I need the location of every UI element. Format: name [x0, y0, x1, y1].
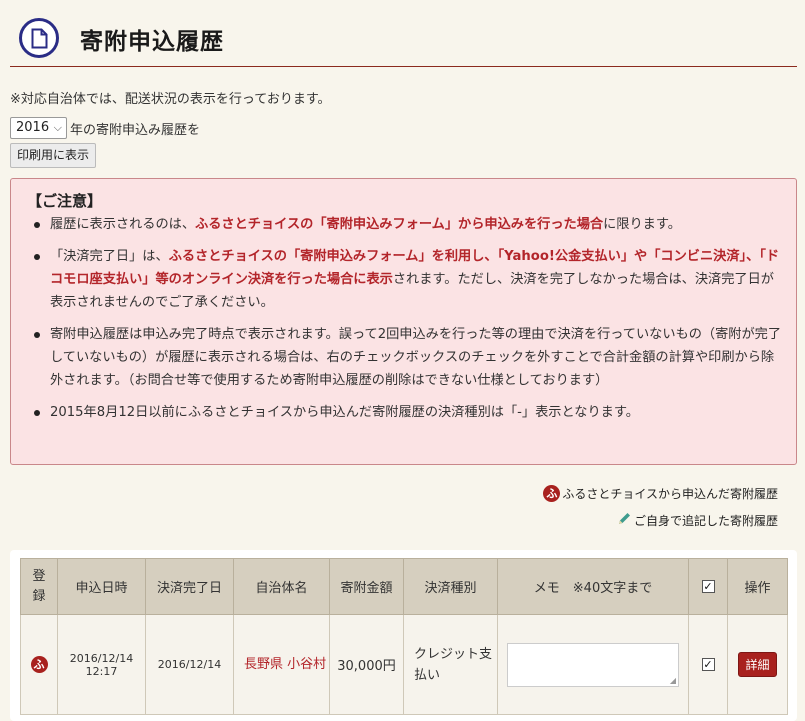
cell-register: ふ [20, 614, 58, 715]
caution-item: 2015年8月12日以前にふるさとチョイスから申込んだ寄附履歴の決済種別は「-」… [31, 401, 783, 424]
cell-municipality: 長野県 小谷村 [233, 614, 330, 715]
furusato-badge-icon: ふ [30, 656, 48, 673]
year-filter-label: 年の寄附申込み履歴を [70, 122, 201, 138]
year-select-value: 2016 [16, 120, 50, 135]
row-checkbox[interactable]: ✓ [701, 658, 715, 671]
page-title: 寄附申込履歴 [80, 29, 224, 55]
pencil-icon [616, 511, 632, 530]
municipality-link[interactable]: 長野県 小谷村 [244, 657, 326, 672]
cell-memo: ◢ [497, 614, 689, 715]
caution-box: 【ご注意】 履歴に表示されるのは、ふるさとチョイスの「寄附申込みフォーム」から申… [10, 178, 797, 465]
caution-list: 履歴に表示されるのは、ふるさとチョイスの「寄附申込みフォーム」から申込みを行った… [31, 213, 783, 433]
caution-emphasis: ふるさとチョイスの「寄附申込みフォーム」から申込みを行った場合 [195, 217, 604, 232]
caution-text: 寄附申込履歴は申込み完了時点で表示されます。誤って2回申込みを行った等の理由で決… [50, 327, 782, 388]
caution-item: 履歴に表示されるのは、ふるさとチョイスの「寄附申込みフォーム」から申込みを行った… [31, 213, 783, 236]
header-municipality: 自治体名 [233, 558, 330, 615]
delivery-notice: ※対応自治体では、配送状況の表示を行っております。 [10, 92, 331, 107]
table-row: ふ 2016/12/14 12:17 2016/12/14 長野県 小谷村 30… [20, 614, 788, 715]
cell-payment-type: クレジット支払い [403, 614, 498, 715]
detail-button[interactable]: 詳細 [738, 652, 777, 677]
check-all-checkbox[interactable]: ✓ [701, 580, 715, 593]
header-settle-date: 決済完了日 [145, 558, 234, 615]
history-table-panel: 登録 申込日時 決済完了日 自治体名 寄附金額 決済種別 メモ ※40文字まで … [10, 550, 797, 721]
header-check-all: ✓ [688, 558, 728, 615]
page-header: 寄附申込履歴 [0, 0, 805, 68]
header-divider [10, 66, 797, 67]
header-memo: メモ ※40文字まで [497, 558, 689, 615]
header-action: 操作 [727, 558, 788, 615]
caution-item: 「決済完了日」は、ふるさとチョイスの「寄附申込みフォーム」を利用し、「Yahoo… [31, 245, 783, 314]
year-filter: 2016 ⌵ 年の寄附申込み履歴を [10, 117, 200, 139]
caution-text: 「決済完了日」は、 [50, 249, 169, 264]
legend-furusato-label: ふるさとチョイスから申込んだ寄附履歴 [562, 487, 778, 501]
legend-self-label: ご自身で追記した寄附履歴 [633, 514, 778, 528]
apply-date: 2016/12/14 [69, 651, 134, 665]
cell-apply-date: 2016/12/14 12:17 [57, 614, 146, 715]
caution-title: 【ご注意】 [27, 192, 103, 210]
header-register: 登録 [20, 558, 58, 615]
caution-item: 寄附申込履歴は申込み完了時点で表示されます。誤って2回申込みを行った等の理由で決… [31, 323, 783, 392]
memo-input[interactable]: ◢ [507, 642, 679, 687]
caution-text: 2015年8月12日以前にふるさとチョイスから申込んだ寄附履歴の決済種別は「-」… [50, 405, 639, 420]
chevron-down-icon: ⌵ [53, 121, 62, 134]
cell-amount: 30,000円 [329, 614, 404, 715]
legend-furusato: ふ ふるさとチョイスから申込んだ寄附履歴 [543, 485, 778, 502]
cell-action: 詳細 [727, 614, 788, 715]
caution-text: に限ります。 [603, 217, 681, 232]
print-view-button[interactable]: 印刷用に表示 [10, 143, 97, 168]
caution-text: 履歴に表示されるのは、 [50, 217, 196, 232]
resize-grip-icon: ◢ [669, 675, 676, 685]
cell-check: ✓ [688, 614, 728, 715]
year-select[interactable]: 2016 ⌵ [10, 117, 67, 139]
document-icon [19, 18, 59, 58]
cell-settle-date: 2016/12/14 [145, 614, 234, 715]
header-apply-date: 申込日時 [57, 558, 146, 615]
apply-time: 12:17 [85, 664, 118, 678]
header-register-label: 登録 [32, 568, 46, 604]
header-amount: 寄附金額 [329, 558, 404, 615]
legend-self: ご自身で追記した寄附履歴 [616, 511, 778, 530]
furusato-badge-icon: ふ [543, 485, 561, 502]
history-table: 登録 申込日時 決済完了日 自治体名 寄附金額 決済種別 メモ ※40文字まで … [20, 558, 788, 715]
header-payment-type: 決済種別 [403, 558, 498, 615]
